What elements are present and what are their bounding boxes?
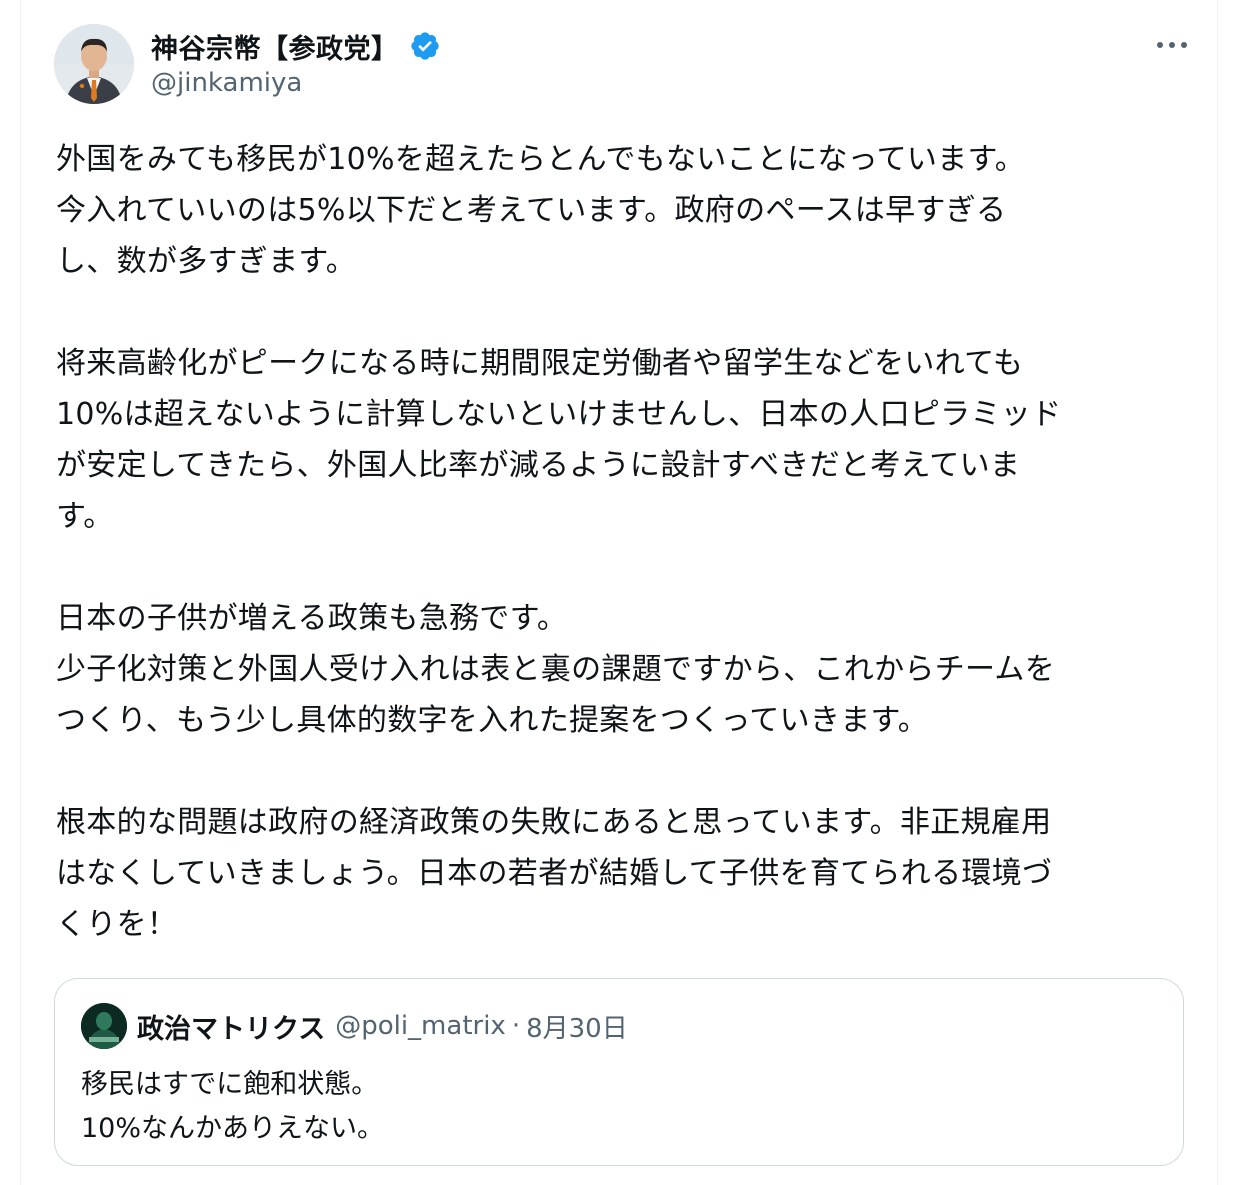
quoted-separator: · bbox=[511, 1011, 521, 1041]
quoted-tweet[interactable]: 政治マトリクス @poli_matrix · 8月30日 移民はすでに飽和状態。… bbox=[54, 978, 1184, 1166]
author-name-block: 神谷宗幣【参政党】 @jinkamiya bbox=[151, 26, 441, 98]
display-name-row: 神谷宗幣【参政党】 bbox=[151, 26, 441, 66]
author-handle[interactable]: @jinkamiya bbox=[151, 68, 441, 98]
more-options-button[interactable] bbox=[1153, 32, 1191, 58]
quoted-tweet-text: 移民はすでに飽和状態。 10%なんかありえない。 bbox=[81, 1069, 385, 1144]
quoted-author-display-name[interactable]: 政治マトリクス bbox=[137, 1007, 325, 1046]
quoted-tweet-header: 政治マトリクス @poli_matrix · 8月30日 bbox=[81, 1001, 628, 1051]
tweet-body-text: 外国をみても移民が10%を超えたらとんでもないことになっています。 今入れていい… bbox=[56, 142, 1062, 942]
author-display-name[interactable]: 神谷宗幣【参政党】 bbox=[151, 27, 399, 66]
quoted-author-handle[interactable]: @poli_matrix bbox=[335, 1011, 506, 1041]
author-avatar[interactable] bbox=[54, 24, 134, 104]
quoted-author-avatar[interactable] bbox=[81, 1003, 127, 1049]
author-avatar-image bbox=[54, 24, 134, 104]
verified-badge-icon[interactable] bbox=[409, 30, 441, 62]
ellipsis-icon bbox=[1157, 42, 1187, 48]
quoted-tweet-date[interactable]: 8月30日 bbox=[526, 1008, 628, 1045]
tweet-header: 神谷宗幣【参政党】 @jinkamiya bbox=[54, 24, 1194, 104]
quoted-author-avatar-image bbox=[81, 1003, 127, 1049]
